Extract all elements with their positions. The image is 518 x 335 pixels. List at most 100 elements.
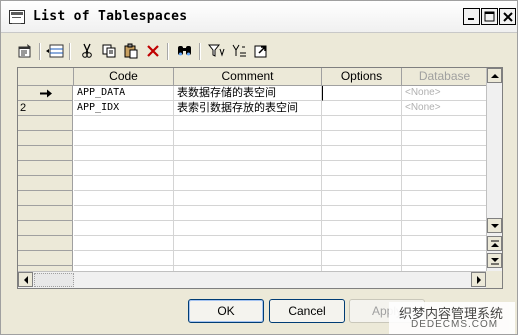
row-header[interactable] bbox=[18, 131, 73, 146]
title-bar[interactable]: List of Tablespaces bbox=[1, 1, 517, 33]
scroll-right-icon bbox=[476, 275, 481, 284]
scroll-left-button[interactable] bbox=[18, 272, 33, 287]
cell-database[interactable] bbox=[402, 116, 488, 131]
cell-options[interactable] bbox=[322, 251, 402, 266]
column-header-options[interactable]: Options bbox=[322, 68, 402, 86]
row-header[interactable] bbox=[18, 116, 73, 131]
cell-code[interactable] bbox=[74, 251, 174, 266]
cell-comment[interactable] bbox=[174, 176, 322, 191]
cell-options[interactable] bbox=[322, 116, 402, 131]
cell-code[interactable] bbox=[74, 176, 174, 191]
toolbar-separator bbox=[167, 43, 169, 60]
cell-database[interactable] bbox=[402, 146, 488, 161]
scroll-up-button[interactable] bbox=[487, 68, 502, 83]
filter-button[interactable] bbox=[207, 41, 227, 61]
add-row-button[interactable] bbox=[45, 41, 65, 61]
vertical-scrollbar[interactable] bbox=[486, 68, 502, 272]
cell-database[interactable]: <None> bbox=[402, 86, 488, 101]
properties-button[interactable] bbox=[15, 41, 35, 61]
cell-database[interactable] bbox=[402, 221, 488, 236]
cell-code[interactable] bbox=[74, 191, 174, 206]
column-header-code[interactable]: Code bbox=[74, 68, 174, 86]
row-header[interactable] bbox=[18, 251, 73, 266]
cell-options[interactable] bbox=[322, 236, 402, 251]
row-header[interactable] bbox=[18, 176, 73, 191]
close-button[interactable] bbox=[499, 8, 516, 25]
cell-code[interactable] bbox=[74, 116, 174, 131]
watermark: 织梦内容管理系统 DEDECMS.COM bbox=[389, 302, 515, 334]
minimize-button[interactable] bbox=[463, 8, 480, 25]
cell-comment[interactable] bbox=[174, 131, 322, 146]
export-button[interactable] bbox=[251, 41, 271, 61]
move-top-button[interactable] bbox=[487, 236, 502, 251]
row-header[interactable]: 2 bbox=[18, 101, 73, 116]
delete-button[interactable] bbox=[143, 41, 163, 61]
cell-database[interactable] bbox=[402, 206, 488, 221]
row-header[interactable] bbox=[18, 191, 73, 206]
cell-options[interactable] bbox=[322, 206, 402, 221]
cell-options[interactable] bbox=[322, 161, 402, 176]
ok-button[interactable]: OK bbox=[188, 299, 264, 323]
cell-comment[interactable] bbox=[174, 251, 322, 266]
cell-database[interactable]: <None> bbox=[402, 101, 488, 116]
cut-button[interactable] bbox=[77, 41, 97, 61]
cell-comment[interactable]: 表数据存储的表空间 bbox=[174, 86, 322, 101]
scroll-up-icon bbox=[490, 73, 499, 78]
cell-comment[interactable] bbox=[174, 161, 322, 176]
cancel-button[interactable]: Cancel bbox=[269, 299, 345, 323]
row-header[interactable] bbox=[18, 161, 73, 176]
cell-code[interactable] bbox=[74, 131, 174, 146]
scroll-right-button[interactable] bbox=[471, 272, 486, 287]
cell-code[interactable] bbox=[74, 206, 174, 221]
column-header-database[interactable]: Database bbox=[402, 68, 488, 86]
row-header[interactable] bbox=[18, 86, 73, 101]
cell-code[interactable] bbox=[74, 236, 174, 251]
cell-code[interactable] bbox=[74, 221, 174, 236]
cell-code[interactable]: APP_DATA bbox=[74, 86, 174, 101]
copy-button[interactable] bbox=[99, 41, 119, 61]
cell-options[interactable] bbox=[322, 86, 402, 101]
horizontal-scrollbar[interactable] bbox=[18, 271, 488, 288]
cell-code[interactable] bbox=[74, 146, 174, 161]
scroll-down-button[interactable] bbox=[487, 218, 502, 233]
paste-icon bbox=[124, 43, 138, 59]
cell-database[interactable] bbox=[402, 176, 488, 191]
cell-comment[interactable] bbox=[174, 191, 322, 206]
row-header[interactable] bbox=[18, 146, 73, 161]
cell-comment[interactable] bbox=[174, 146, 322, 161]
cell-options[interactable] bbox=[322, 146, 402, 161]
cell-database[interactable] bbox=[402, 161, 488, 176]
cell-database[interactable] bbox=[402, 251, 488, 266]
move-bottom-button[interactable] bbox=[487, 253, 502, 268]
cell-options[interactable] bbox=[322, 176, 402, 191]
scroll-left-icon bbox=[23, 275, 28, 284]
cell-options[interactable] bbox=[322, 221, 402, 236]
column-header-comment[interactable]: Comment bbox=[174, 68, 322, 86]
tablespaces-grid[interactable]: Code Comment Options Database APP_DATA 表数… bbox=[17, 67, 503, 289]
toolbar-separator bbox=[199, 43, 201, 60]
cell-comment[interactable] bbox=[174, 236, 322, 251]
row-header[interactable] bbox=[18, 206, 73, 221]
cell-database[interactable] bbox=[402, 236, 488, 251]
cell-code[interactable] bbox=[74, 161, 174, 176]
row-header[interactable] bbox=[18, 221, 73, 236]
close-icon bbox=[502, 11, 513, 22]
sort-button[interactable] bbox=[229, 41, 249, 61]
find-button[interactable] bbox=[175, 41, 195, 61]
cell-database[interactable] bbox=[402, 131, 488, 146]
window-title: List of Tablespaces bbox=[33, 9, 188, 24]
cell-comment[interactable] bbox=[174, 221, 322, 236]
cell-database[interactable] bbox=[402, 191, 488, 206]
cell-code[interactable]: APP_IDX bbox=[74, 101, 174, 116]
add-row-icon bbox=[46, 44, 64, 58]
maximize-button[interactable] bbox=[481, 8, 498, 25]
cell-options[interactable] bbox=[322, 191, 402, 206]
horizontal-scroll-thumb[interactable] bbox=[34, 273, 74, 287]
paste-button[interactable] bbox=[121, 41, 141, 61]
cell-comment[interactable] bbox=[174, 116, 322, 131]
cell-comment[interactable] bbox=[174, 206, 322, 221]
cell-options[interactable] bbox=[322, 131, 402, 146]
cell-comment[interactable]: 表索引数据存放的表空间 bbox=[174, 101, 322, 116]
cell-options[interactable] bbox=[322, 101, 402, 116]
row-header[interactable] bbox=[18, 236, 73, 251]
